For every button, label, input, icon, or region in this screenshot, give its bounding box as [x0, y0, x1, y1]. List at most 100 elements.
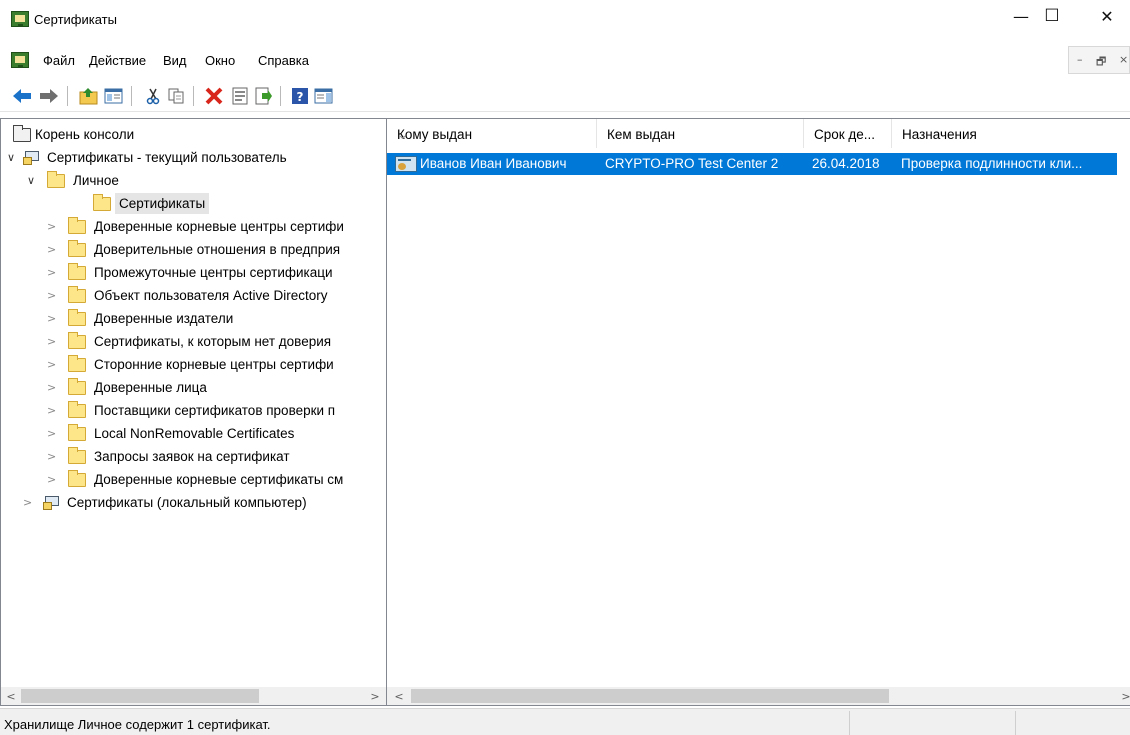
scroll-left-button[interactable]: < — [3, 688, 19, 704]
chevron-down-icon[interactable]: ∨ — [7, 151, 17, 164]
tree-horizontal-scrollbar[interactable]: < > — [1, 687, 386, 705]
chevron-right-icon[interactable]: > — [47, 358, 57, 371]
toolbar-separator — [193, 86, 194, 106]
tree-item-store[interactable]: > Доверительные отношения в предприя — [1, 238, 386, 261]
tree-item-label: Сертификаты, к которым нет доверия — [94, 334, 332, 349]
column-header-label: Кем выдан — [607, 127, 676, 142]
menu-bar: Файл Действие Вид Окно Справка — [0, 45, 1130, 75]
folder-icon — [13, 125, 31, 142]
tree-item-label: Поставщики сертификатов проверки п — [94, 403, 336, 418]
certificate-list-pane[interactable]: Кому выдан ⌄ Кем выдан Срок де... Назнач… — [387, 118, 1130, 706]
menu-help[interactable]: Справка — [258, 53, 309, 68]
tree-item-store[interactable]: > Доверенные издатели — [1, 307, 386, 330]
column-header-label: Назначения — [902, 127, 977, 142]
chevron-right-icon[interactable]: > — [47, 381, 57, 394]
tree-item-label: Доверенные лица — [94, 380, 207, 395]
mdi-restore-button[interactable]: 🗗 — [1096, 53, 1106, 72]
tree-item-label: Объект пользователя Active Directory — [94, 288, 328, 303]
status-bar: Хранилище Личное содержит 1 сертификат. — [0, 708, 1130, 735]
scroll-right-button[interactable]: > — [1118, 688, 1130, 704]
menu-window[interactable]: Окно — [205, 53, 235, 68]
tree-item-label: Сертификаты - текущий пользователь — [47, 150, 287, 165]
status-divider — [849, 711, 850, 735]
up-folder-icon[interactable] — [78, 85, 100, 107]
chevron-right-icon[interactable]: > — [23, 496, 33, 509]
toolbar: ? — [0, 80, 1130, 112]
tree-item-store[interactable]: > Поставщики сертификатов проверки п — [1, 399, 386, 422]
mmc-doc-icon[interactable] — [11, 52, 29, 68]
cut-icon[interactable] — [142, 85, 164, 107]
chevron-right-icon[interactable]: > — [47, 289, 57, 302]
tree-item-current-user[interactable]: ∨ Сертификаты - текущий пользователь — [1, 146, 386, 169]
window-title: Сертификаты — [34, 12, 117, 27]
tree-item-store[interactable]: > Сторонние корневые центры сертифи — [1, 353, 386, 376]
tree-item-store[interactable]: > Доверенные лица — [1, 376, 386, 399]
chevron-down-icon[interactable]: ∨ — [27, 174, 37, 187]
table-row[interactable]: Иванов Иван Иванович CRYPTO-PRO Test Cen… — [387, 153, 1117, 175]
chevron-right-icon[interactable]: > — [47, 220, 57, 233]
menu-file[interactable]: Файл — [43, 53, 75, 68]
toolbar-separator — [131, 86, 132, 106]
forward-icon[interactable] — [38, 85, 60, 107]
folder-icon — [68, 309, 86, 326]
console-tree-pane[interactable]: Корень консоли ∨ Сертификаты - текущий п… — [0, 118, 387, 706]
chevron-right-icon[interactable]: > — [47, 335, 57, 348]
toolbar-separator — [67, 86, 68, 106]
export-list-icon[interactable] — [253, 85, 275, 107]
column-header-purposes[interactable]: Назначения — [892, 119, 1130, 148]
help-icon[interactable]: ? — [289, 85, 311, 107]
column-header-expiration[interactable]: Срок де... — [804, 119, 892, 148]
chevron-right-icon[interactable]: > — [47, 427, 57, 440]
tree-item-console-root[interactable]: Корень консоли — [1, 123, 386, 146]
scrollbar-thumb[interactable] — [21, 689, 259, 703]
mdi-minimize-button[interactable]: – — [1077, 53, 1083, 66]
tree-item-label: Local NonRemovable Certificates — [94, 426, 295, 441]
scroll-right-button[interactable]: > — [367, 688, 383, 704]
scrollbar-thumb[interactable] — [411, 689, 889, 703]
close-button[interactable]: ✕ — [1084, 0, 1130, 32]
tree-item-personal[interactable]: ∨ Личное — [1, 169, 386, 192]
action-pane-icon[interactable] — [313, 85, 335, 107]
copy-icon[interactable] — [165, 85, 187, 107]
back-icon[interactable] — [11, 85, 33, 107]
folder-icon — [68, 217, 86, 234]
tree-item-store[interactable]: > Объект пользователя Active Directory — [1, 284, 386, 307]
chevron-right-icon[interactable]: > — [47, 243, 57, 256]
maximize-button[interactable]: ☐ — [1029, 0, 1075, 32]
chevron-right-icon[interactable]: > — [47, 473, 57, 486]
list-horizontal-scrollbar[interactable]: < > — [387, 687, 1130, 705]
toolbar-separator — [280, 86, 281, 106]
tree-item-store[interactable]: > Промежуточные центры сертификаци — [1, 261, 386, 284]
tree-item-store[interactable]: > Доверенные корневые сертификаты см — [1, 468, 386, 491]
tree-item-store[interactable]: > Запросы заявок на сертификат — [1, 445, 386, 468]
tree-item-label: Личное — [73, 173, 119, 188]
scroll-left-button[interactable]: < — [391, 688, 407, 704]
tree-item-label: Промежуточные центры сертификаци — [94, 265, 333, 280]
tree-item-store[interactable]: > Доверенные корневые центры сертифи — [1, 215, 386, 238]
folder-icon — [68, 424, 86, 441]
tree-item-personal-certificates[interactable]: Сертификаты — [1, 192, 386, 215]
chevron-right-icon[interactable]: > — [47, 312, 57, 325]
column-header-issued-by[interactable]: Кем выдан — [597, 119, 804, 148]
column-header-issued-to[interactable]: Кому выдан ⌄ — [387, 119, 597, 148]
folder-icon — [68, 401, 86, 418]
mdi-close-button[interactable]: × — [1119, 53, 1128, 66]
menu-view[interactable]: Вид — [163, 53, 187, 68]
cell-issued-by: CRYPTO-PRO Test Center 2 — [605, 156, 779, 171]
tree-item-store[interactable]: > Сертификаты, к которым нет доверия — [1, 330, 386, 353]
chevron-right-icon[interactable]: > — [47, 266, 57, 279]
cell-purposes: Проверка подлинности кли... — [901, 156, 1083, 171]
show-hide-tree-icon[interactable] — [103, 85, 125, 107]
folder-icon — [68, 470, 86, 487]
tree-item-label: Сертификаты (локальный компьютер) — [67, 495, 307, 510]
folder-icon — [68, 332, 86, 349]
menu-action[interactable]: Действие — [89, 53, 146, 68]
chevron-right-icon[interactable]: > — [47, 404, 57, 417]
tree-item-label: Доверенные корневые центры сертифи — [94, 219, 344, 234]
folder-icon — [68, 378, 86, 395]
tree-item-store[interactable]: > Local NonRemovable Certificates — [1, 422, 386, 445]
properties-icon[interactable] — [229, 85, 251, 107]
tree-item-local-computer[interactable]: > Сертификаты (локальный компьютер) — [1, 491, 386, 514]
chevron-right-icon[interactable]: > — [47, 450, 57, 463]
delete-icon[interactable] — [203, 85, 225, 107]
